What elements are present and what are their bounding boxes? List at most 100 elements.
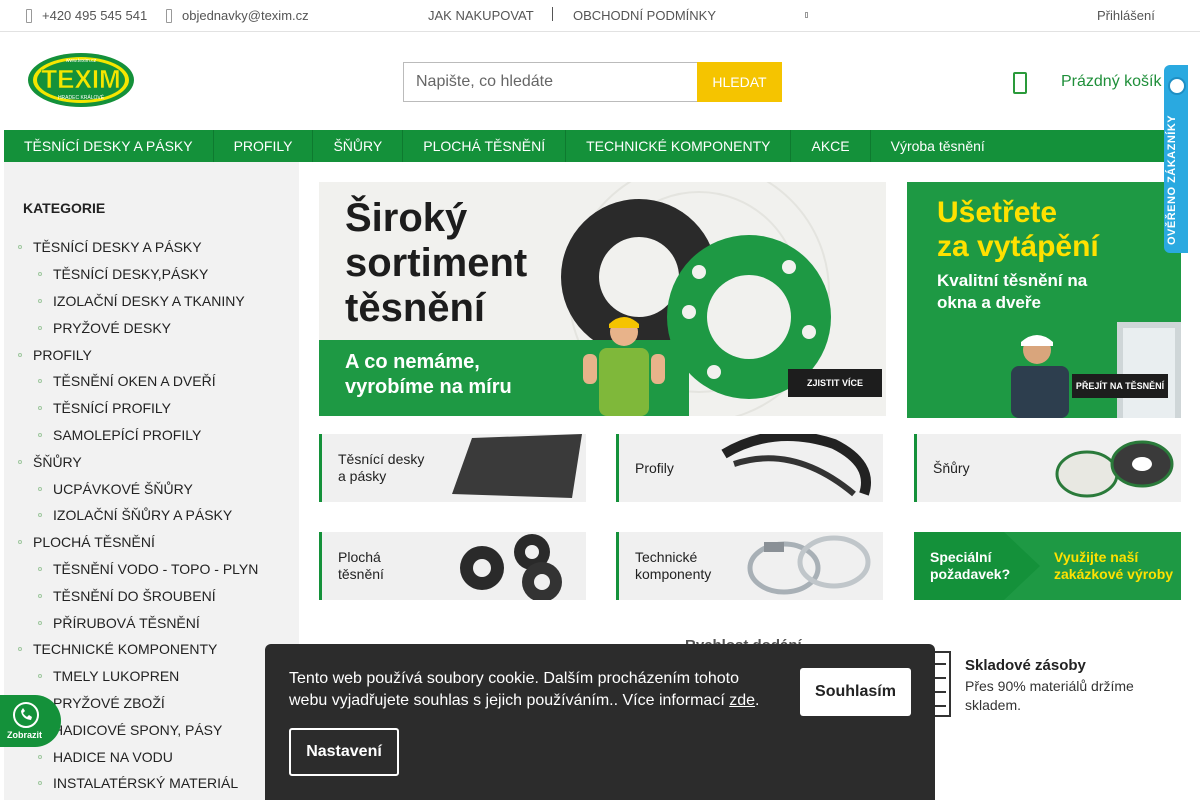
sidebar-category-item[interactable]: PŘÍRUBOVÁ TĚSNĚNÍ — [4, 609, 299, 636]
sidebar-category-item[interactable]: UCPÁVKOVÉ ŠŇŮRY — [4, 475, 299, 502]
verified-customers-badge[interactable]: OVĚŘENO ZÁKAZNÍKY — [1164, 65, 1188, 253]
chat-widget[interactable]: Zobrazit — [0, 695, 61, 747]
phone-contact[interactable]: +420 495 545 541 — [26, 8, 147, 23]
sidebar-category-item[interactable]: TĚSNÍCÍ PROFILY — [4, 395, 299, 422]
top-bar: +420 495 545 541 objednavky@texim.cz JAK… — [0, 0, 1200, 32]
sidebar-category-label: IZOLAČNÍ DESKY A TKANINY — [53, 292, 245, 309]
banner-main-cta[interactable]: ZJISTIT VÍCE — [788, 369, 882, 397]
tile-technical-components[interactable]: Technické komponenty — [616, 532, 883, 600]
tile-sealing-boards-label: Těsnící desky a pásky — [338, 451, 424, 485]
nav-item-flat-seals[interactable]: PLOCHÁ TĚSNĚNÍ — [403, 130, 567, 162]
sidebar-category-item[interactable]: PLOCHÁ TĚSNĚNÍ — [4, 529, 299, 556]
sidebar-category-item[interactable]: PROFILY — [4, 341, 299, 368]
sidebar-category-label: TĚSNÍCÍ DESKY A PÁSKY — [33, 239, 202, 256]
banner-side-headline-2: za vytápění — [937, 229, 1099, 263]
tile-cords[interactable]: Šňůry — [914, 434, 1181, 502]
banner-side-cta[interactable]: PŘEJÍT NA TĚSNĚNÍ — [1072, 374, 1168, 398]
banner-main-headline: Široký sortiment těsnění — [345, 196, 527, 330]
sidebar-category-item[interactable]: TĚSNĚNÍ OKEN A DVEŘÍ — [4, 368, 299, 395]
sidebar-category-item[interactable]: TMELY LUKOPREN — [4, 663, 299, 690]
sidebar-category-label: INSTALATÉRSKÝ MATERIÁL — [53, 775, 239, 792]
banner-main-headline-3: těsnění — [345, 285, 486, 330]
benefit-stock-text: Přes 90% materiálů držíme skladem. — [965, 678, 1134, 713]
main-nav: TĚSNÍCÍ DESKY A PÁSKY PROFILY ŠŇŮRY PLOC… — [4, 130, 1164, 162]
tile-sealing-boards[interactable]: Těsnící desky a pásky — [319, 434, 586, 502]
link-terms[interactable]: OBCHODNÍ PODMÍNKY — [573, 8, 716, 23]
sidebar-category-label: PRYŽOVÉ DESKY — [53, 319, 172, 336]
banner-side-sub: Kvalitní těsnění na okna a dveře — [937, 270, 1087, 314]
bullet-icon — [38, 513, 42, 518]
bullet-icon — [38, 566, 42, 571]
banner-wide-assortment[interactable]: Široký sortiment těsnění A co nemáme, vy… — [319, 182, 886, 416]
bullet-icon — [18, 540, 22, 545]
phone-icon — [26, 8, 32, 23]
cookie-settings-button[interactable]: Nastavení — [289, 728, 399, 776]
sidebar-category-item[interactable]: TECHNICKÉ KOMPONENTY — [4, 636, 299, 663]
tile-technical-components-line1: Technické — [635, 549, 698, 565]
tile-special-line1: Speciální — [930, 549, 992, 565]
sidebar-category-item[interactable]: TĚSNÍCÍ DESKY A PÁSKY — [4, 234, 299, 261]
tile-special-right2: zakázkové výroby — [1054, 565, 1174, 582]
more-icon[interactable] — [805, 12, 808, 18]
banner-main-band-2: vyrobíme na míru — [345, 376, 512, 398]
sidebar-category-item[interactable]: HADICE NA VODU — [4, 743, 299, 770]
link-how-to-buy[interactable]: JAK NAKUPOVAT — [428, 8, 534, 23]
phone-number: +420 495 545 541 — [42, 8, 148, 23]
tile-special-request[interactable]: Speciální požadavek? Využijte naší zakáz… — [914, 532, 1181, 600]
nav-item-sale[interactable]: AKCE — [791, 130, 871, 162]
bullet-icon — [38, 674, 42, 679]
tile-profiles[interactable]: Profily — [616, 434, 883, 502]
sidebar-category-label: ŠŇŮRY — [33, 453, 82, 470]
cart-icon[interactable] — [1013, 72, 1027, 94]
category-title: KATEGORIE — [23, 200, 106, 216]
nav-item-sealing-boards[interactable]: TĚSNÍCÍ DESKY A PÁSKY — [4, 130, 214, 162]
logo-bottom-text: HRADEC KRÁLOVÉ — [58, 94, 105, 101]
email-contact[interactable]: objednavky@texim.cz — [166, 8, 309, 23]
login-link[interactable]: Přihlášení — [1097, 8, 1155, 23]
sidebar-category-label: HADICOVÉ SPONY, PÁSY — [53, 721, 223, 738]
verified-badge-text: OVĚŘENO ZÁKAZNÍKY — [1166, 114, 1178, 245]
tile-flat-seals[interactable]: Plochá těsnění — [319, 532, 586, 600]
search-input[interactable] — [403, 62, 697, 102]
phone-chat-icon — [13, 702, 39, 728]
sidebar-category-item[interactable]: INSTALATÉRSKÝ MATERIÁL — [4, 770, 299, 797]
tile-special-label: Speciální požadavek? — [930, 549, 1010, 583]
tile-profile-graphic — [721, 434, 871, 497]
nav-item-profiles[interactable]: PROFILY — [214, 130, 314, 162]
bullet-icon — [38, 272, 42, 277]
bullet-icon — [18, 647, 22, 652]
tile-technical-components-label: Technické komponenty — [635, 549, 711, 583]
nav-item-seal-production[interactable]: Výroba těsnění — [871, 130, 1005, 162]
tile-washer-graphic — [460, 534, 562, 600]
cookie-banner: Tento web používá soubory cookie. Dalším… — [265, 644, 935, 800]
bullet-icon — [38, 486, 42, 491]
nav-item-cords[interactable]: ŠŇŮRY — [313, 130, 404, 162]
sidebar-category-item[interactable]: PRYŽOVÉ DESKY — [4, 314, 299, 341]
logo[interactable]: www.texim.cz TEXIM HRADEC KRÁLOVÉ — [27, 52, 135, 108]
sidebar-category-label: HADICE NA VODU — [53, 748, 173, 765]
banner-side-sub-2: okna a dveře — [937, 293, 1041, 313]
cart-label[interactable]: Prázdný košík — [1061, 73, 1161, 91]
benefit-stock-title: Skladové zásoby — [965, 657, 1086, 674]
tile-cord-graphic — [1055, 440, 1174, 498]
search-button[interactable]: HLEDAT — [697, 62, 782, 102]
sidebar-category-item[interactable]: IZOLAČNÍ ŠŇŮRY A PÁSKY — [4, 502, 299, 529]
sidebar-category-label: PLOCHÁ TĚSNĚNÍ — [33, 534, 155, 551]
tile-profiles-label: Profily — [635, 460, 674, 476]
tile-special-right: Využijte naší zakázkové výroby — [1054, 549, 1173, 583]
nav-item-technical-components[interactable]: TECHNICKÉ KOMPONENTY — [566, 130, 792, 162]
sidebar-category-item[interactable]: ŠŇŮRY — [4, 448, 299, 475]
banner-side-sub-1: Kvalitní těsnění na — [937, 271, 1088, 290]
sidebar-category-item[interactable]: SAMOLEPÍCÍ PROFILY — [4, 422, 299, 449]
search-bar: HLEDAT — [403, 62, 782, 102]
sidebar-category-item[interactable]: IZOLAČNÍ DESKY A TKANINY — [4, 288, 299, 315]
sidebar-category-item[interactable]: TĚSNĚNÍ VODO - TOPO - PLYN — [4, 556, 299, 583]
cookie-message: Tento web používá soubory cookie. Dalším… — [289, 670, 740, 710]
cookie-agree-button[interactable]: Souhlasím — [800, 668, 911, 716]
banner-save-heating[interactable]: Ušetřete za vytápění Kvalitní těsnění na… — [907, 182, 1181, 418]
cookie-more-info-link[interactable]: zde — [729, 692, 755, 709]
sidebar-category-item[interactable]: TĚSNÍCÍ DESKY,PÁSKY — [4, 261, 299, 288]
tile-flat-seals-label: Plochá těsnění — [338, 549, 384, 583]
sidebar-category-item[interactable]: TĚSNĚNÍ DO ŠROUBENÍ — [4, 582, 299, 609]
sidebar-category-label: IZOLAČNÍ ŠŇŮRY A PÁSKY — [53, 507, 233, 524]
